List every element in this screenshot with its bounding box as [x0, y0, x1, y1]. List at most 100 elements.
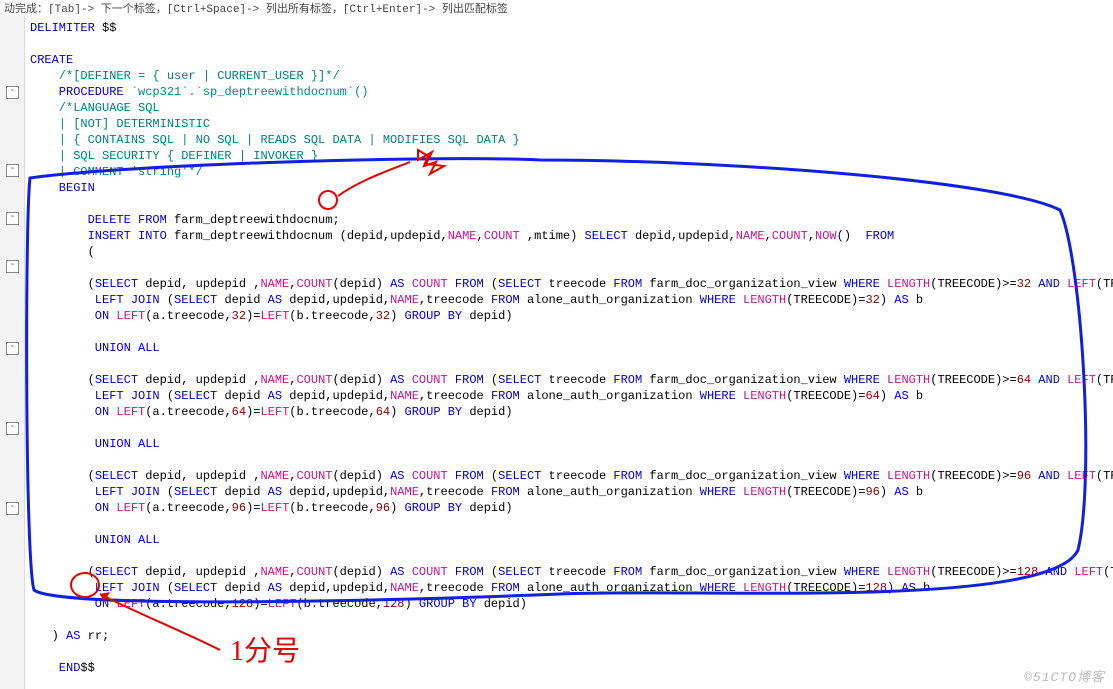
kw: SELECT — [95, 277, 138, 291]
proc-name: `wcp321`.`sp_deptreewithdocnum`() — [124, 85, 369, 99]
num: 32 — [865, 293, 879, 307]
fn: NAME — [448, 229, 477, 243]
text: ) — [30, 629, 66, 643]
text: depid, updepid , — [138, 469, 260, 483]
fn: LENGTH — [887, 565, 930, 579]
fn: COUNT — [772, 229, 808, 243]
hint-bar: 动完成：[Tab]-> 下一个标签，[Ctrl+Space]-> 列出所有标签，… — [0, 0, 1113, 14]
num: 96 — [376, 501, 390, 515]
text: $$ — [95, 21, 117, 35]
code-area[interactable]: DELIMITER $$ CREATE /*[DEFINER = { user … — [24, 16, 1113, 689]
kw: WHERE — [700, 293, 736, 307]
text: farm_doc_organization_view — [642, 373, 844, 387]
text: b — [909, 485, 923, 499]
kw: WHERE — [844, 469, 880, 483]
text: farm_doc_organization_view — [642, 565, 844, 579]
kw: FROM — [491, 581, 520, 595]
fn: COUNT — [296, 373, 332, 387]
text: depid) — [462, 501, 512, 515]
fn: LENGTH — [743, 293, 786, 307]
kw: SELECT — [174, 581, 217, 595]
text: ,treecode — [419, 485, 491, 499]
text: ) — [880, 389, 894, 403]
num: 128 — [232, 597, 254, 611]
fn: LEFT — [116, 309, 145, 323]
kw: SELECT — [498, 277, 541, 291]
fn: NAME — [260, 277, 289, 291]
fold-toggle[interactable]: - — [6, 342, 19, 355]
fold-toggle[interactable]: - — [6, 212, 19, 225]
num: 64 — [1017, 373, 1031, 387]
text: (depid) — [332, 277, 390, 291]
text: (depid) — [332, 373, 390, 387]
text: ,treecode — [419, 389, 491, 403]
fn: COUNT — [405, 565, 455, 579]
text: depid,updepid, — [282, 389, 390, 403]
paren: ( — [30, 373, 95, 387]
paren: ( — [30, 565, 95, 579]
text — [880, 469, 887, 483]
kw-end: END — [30, 661, 80, 675]
kw: SELECT — [174, 485, 217, 499]
kw: WHERE — [700, 581, 736, 595]
fn: NAME — [736, 229, 765, 243]
text: (TREECODE)>= — [930, 373, 1016, 387]
fn: LEFT — [1067, 277, 1096, 291]
fn: LEFT — [116, 501, 145, 515]
text: ( — [160, 485, 174, 499]
text: ) — [390, 501, 404, 515]
text: depid, updepid , — [138, 373, 260, 387]
text: b — [909, 293, 923, 307]
fn: NAME — [390, 389, 419, 403]
text: depid,updepid, — [282, 293, 390, 307]
text: b — [916, 581, 930, 595]
kw: WHERE — [844, 565, 880, 579]
fn: NOW — [815, 229, 837, 243]
kw: AS — [390, 277, 404, 291]
text — [736, 389, 743, 403]
text: depid,updepid, — [282, 485, 390, 499]
text: , — [477, 229, 484, 243]
fold-toggle[interactable]: - — [6, 260, 19, 273]
text: depid, updepid , — [138, 277, 260, 291]
kw: AS — [390, 373, 404, 387]
fn: LENGTH — [887, 373, 930, 387]
text: depid) — [462, 405, 512, 419]
text: )= — [253, 597, 267, 611]
kw: LEFT JOIN — [30, 581, 160, 595]
text: () — [837, 229, 866, 243]
fold-toggle[interactable]: - — [6, 86, 19, 99]
text: ) — [390, 309, 404, 323]
fn: LEFT — [1067, 469, 1096, 483]
text: (b.treecode, — [289, 405, 375, 419]
kw: AS — [894, 389, 908, 403]
kw: FROM — [491, 293, 520, 307]
fn: COUNT — [484, 229, 520, 243]
text — [1038, 565, 1045, 579]
kw: AND — [1038, 469, 1060, 483]
fold-toggle[interactable]: - — [6, 164, 19, 177]
kw: AND — [1038, 373, 1060, 387]
kw: AS — [390, 469, 404, 483]
text: )= — [246, 309, 260, 323]
text: (TREECODE)= — [786, 293, 865, 307]
text: farm_deptreewithdocnum (depid,updepid, — [167, 229, 448, 243]
text: (a.treecode, — [145, 501, 231, 515]
kw: SELECT — [174, 389, 217, 403]
kw: WHERE — [700, 485, 736, 499]
fn: COUNT — [405, 373, 455, 387]
text — [880, 277, 887, 291]
fold-toggle[interactable]: - — [6, 422, 19, 435]
kw: FROM — [455, 373, 484, 387]
text: alone_auth_organization — [520, 389, 700, 403]
num: 64 — [376, 405, 390, 419]
text: ( — [484, 277, 498, 291]
kw: LEFT JOIN — [30, 485, 160, 499]
text: )= — [246, 501, 260, 515]
fold-toggle[interactable]: - — [6, 502, 19, 515]
text: ) — [390, 405, 404, 419]
num: 32 — [1017, 277, 1031, 291]
kw: WHERE — [844, 373, 880, 387]
comment: /*[DEFINER = { user | CURRENT_USER }]*/ — [30, 69, 340, 83]
kw: AS — [66, 629, 80, 643]
